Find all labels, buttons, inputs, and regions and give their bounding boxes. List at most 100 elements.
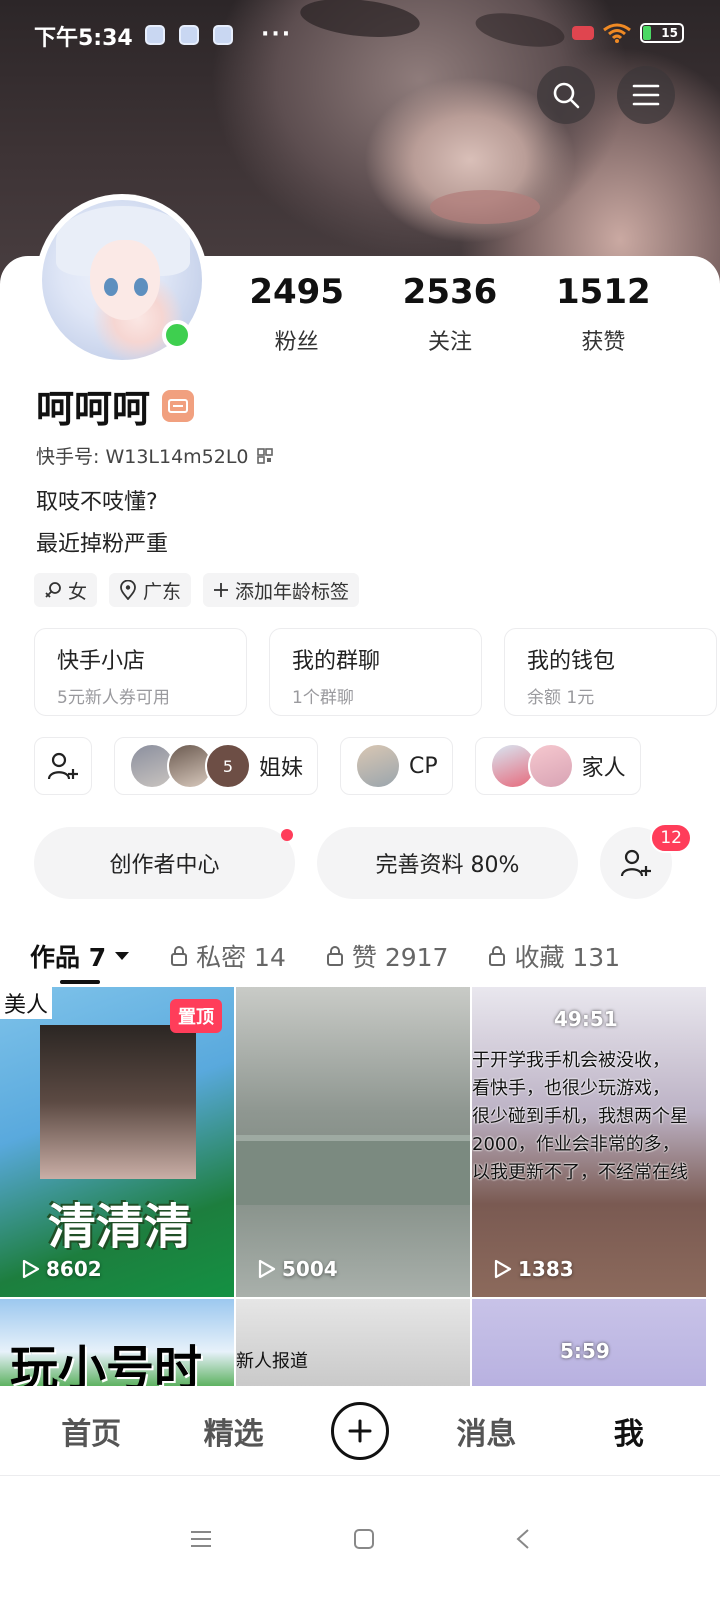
nav-featured[interactable]: 精选 bbox=[189, 1409, 279, 1453]
complete-profile-button[interactable]: 完善资料 80% bbox=[317, 827, 578, 899]
tag-add-age[interactable]: 添加年龄标签 bbox=[203, 573, 360, 607]
bio-line: 取吱不吱懂? bbox=[36, 490, 158, 515]
card-subtitle: 1个群聊 bbox=[292, 688, 354, 708]
stat-value: 1512 bbox=[556, 272, 651, 312]
wifi-icon bbox=[603, 23, 631, 43]
work-thumbnail[interactable]: 玩小号时 bbox=[0, 1299, 234, 1387]
group-label: CP bbox=[409, 753, 438, 779]
menu-button[interactable] bbox=[617, 66, 675, 124]
lock-icon bbox=[326, 946, 343, 966]
active-tab-indicator bbox=[60, 980, 100, 984]
group-cp[interactable]: CP bbox=[340, 737, 453, 795]
tag-label: 广东 bbox=[143, 580, 182, 603]
recent-apps-icon[interactable] bbox=[189, 1529, 213, 1549]
member-avatar bbox=[355, 743, 402, 789]
avatar-detail bbox=[104, 278, 118, 296]
battery-icon: 15 bbox=[640, 23, 684, 43]
thumbnail-overlay-text: 美人 bbox=[0, 987, 53, 1019]
profile-name: 呵呵呵 bbox=[36, 387, 151, 431]
works-grid: 美人 清清清 置顶 8602 5004 49:51 于开学我手机会被没收， 看快… bbox=[0, 987, 720, 1387]
chevron-down-icon bbox=[115, 952, 130, 960]
work-thumbnail[interactable]: 新人报道 bbox=[236, 1299, 470, 1387]
system-navigation-bar bbox=[0, 1478, 720, 1600]
find-friends-button[interactable]: 12 bbox=[600, 823, 692, 899]
card-subtitle: 5元新人券可用 bbox=[57, 688, 170, 708]
card-wallet[interactable]: 我的钱包 余额 1元 bbox=[504, 628, 717, 716]
add-person-icon bbox=[47, 752, 78, 780]
name-row: 呵呵呵 bbox=[36, 378, 195, 433]
group-avatars bbox=[355, 743, 402, 789]
badge-icon bbox=[168, 398, 189, 413]
tab-label: 作品 7 bbox=[30, 943, 107, 972]
card-title: 快手小店 bbox=[57, 649, 146, 674]
status-time: 下午5:34 bbox=[34, 26, 133, 51]
work-thumbnail[interactable]: 5:59 bbox=[472, 1299, 706, 1387]
card-subtitle: 余额 1元 bbox=[527, 688, 595, 708]
button-label: 创作者中心 bbox=[109, 853, 220, 878]
profile-bio: 取吱不吱懂? 最近掉粉严重 bbox=[36, 482, 168, 566]
stat-likes[interactable]: 1512 获赞 bbox=[527, 272, 680, 356]
group-label: 家人 bbox=[581, 756, 626, 781]
avatar-detail bbox=[134, 278, 148, 296]
female-icon bbox=[45, 582, 61, 598]
stat-value: 2536 bbox=[402, 272, 498, 312]
cover-photo-detail bbox=[430, 190, 540, 224]
thumbnail-caption: 玩小号时 bbox=[10, 1341, 203, 1387]
work-thumbnail[interactable]: 美人 清清清 置顶 8602 bbox=[0, 987, 234, 1297]
more-notifications-icon: ··· bbox=[261, 22, 293, 47]
thumbnail-caption: 新人报道 bbox=[236, 1351, 308, 1372]
search-icon bbox=[553, 82, 580, 109]
nav-home[interactable]: 首页 bbox=[46, 1409, 136, 1453]
create-button[interactable] bbox=[330, 1401, 389, 1460]
card-group-chat[interactable]: 我的群聊 1个群聊 bbox=[269, 628, 482, 716]
bio-line: 最近掉粉严重 bbox=[36, 532, 169, 557]
group-sisters[interactable]: 5 姐妹 bbox=[114, 737, 319, 795]
play-icon bbox=[258, 1259, 276, 1279]
tab-label: 私密 14 bbox=[196, 943, 286, 972]
notification-app-icon bbox=[145, 24, 165, 45]
tab-private[interactable]: 私密 14 bbox=[170, 938, 286, 974]
creator-center-button[interactable]: 创作者中心 bbox=[34, 827, 295, 899]
tab-likes[interactable]: 赞 2917 bbox=[326, 938, 448, 974]
friend-request-badge: 12 bbox=[650, 823, 692, 853]
tag-location[interactable]: 广东 bbox=[109, 573, 192, 607]
plus-icon bbox=[214, 583, 229, 597]
card-kuaishou-shop[interactable]: 快手小店 5元新人券可用 bbox=[34, 628, 247, 716]
play-count: 5004 bbox=[258, 1257, 338, 1281]
lock-icon bbox=[489, 946, 506, 966]
work-thumbnail[interactable]: 49:51 于开学我手机会被没收， 看快手，也很少玩游戏， 很少碰到手机，我想两… bbox=[472, 987, 706, 1297]
tag-label: 添加年龄标签 bbox=[235, 580, 350, 603]
work-thumbnail[interactable]: 5004 bbox=[236, 987, 470, 1297]
add-person-icon bbox=[620, 849, 651, 877]
home-icon[interactable] bbox=[353, 1528, 375, 1550]
stat-label: 获赞 bbox=[581, 330, 626, 355]
thumbnail-detail bbox=[236, 1135, 470, 1205]
status-indicators: 15 bbox=[572, 22, 684, 44]
nav-me[interactable]: 我 bbox=[584, 1409, 674, 1453]
thumbnail-photo bbox=[40, 1025, 196, 1179]
tab-works[interactable]: 作品 7 bbox=[30, 938, 130, 974]
level-badge-icon[interactable] bbox=[162, 389, 195, 422]
status-bar: 下午5:34 ··· 15 bbox=[0, 0, 720, 70]
relation-groups: 5 姐妹 CP 家人 bbox=[34, 737, 641, 795]
play-count-value: 1383 bbox=[518, 1257, 574, 1281]
stat-followers[interactable]: 2495 粉丝 bbox=[220, 272, 373, 356]
play-count: 1383 bbox=[494, 1257, 574, 1281]
kuaishou-id[interactable]: 快手号: W13L14m52L0 bbox=[36, 442, 273, 469]
stat-following[interactable]: 2536 关注 bbox=[373, 272, 526, 356]
avatar-detail bbox=[90, 240, 160, 320]
notification-app-icon bbox=[213, 24, 233, 45]
tag-gender[interactable]: 女 bbox=[34, 573, 98, 607]
tag-label: 女 bbox=[68, 580, 88, 603]
search-button[interactable] bbox=[537, 66, 595, 124]
thumbnail-text: 于开学我手机会被没收， 看快手，也很少玩游戏， 很少碰到手机，我想两个星 200… bbox=[472, 1050, 688, 1183]
group-avatars: 5 bbox=[129, 743, 251, 789]
back-icon[interactable] bbox=[515, 1528, 531, 1550]
group-family[interactable]: 家人 bbox=[474, 737, 641, 795]
tab-favorites[interactable]: 收藏 131 bbox=[488, 938, 620, 974]
group-avatars bbox=[489, 743, 574, 789]
add-relation-button[interactable] bbox=[34, 737, 92, 795]
nav-messages[interactable]: 消息 bbox=[441, 1409, 531, 1453]
play-count-value: 5004 bbox=[282, 1257, 338, 1281]
battery-level bbox=[643, 26, 651, 40]
